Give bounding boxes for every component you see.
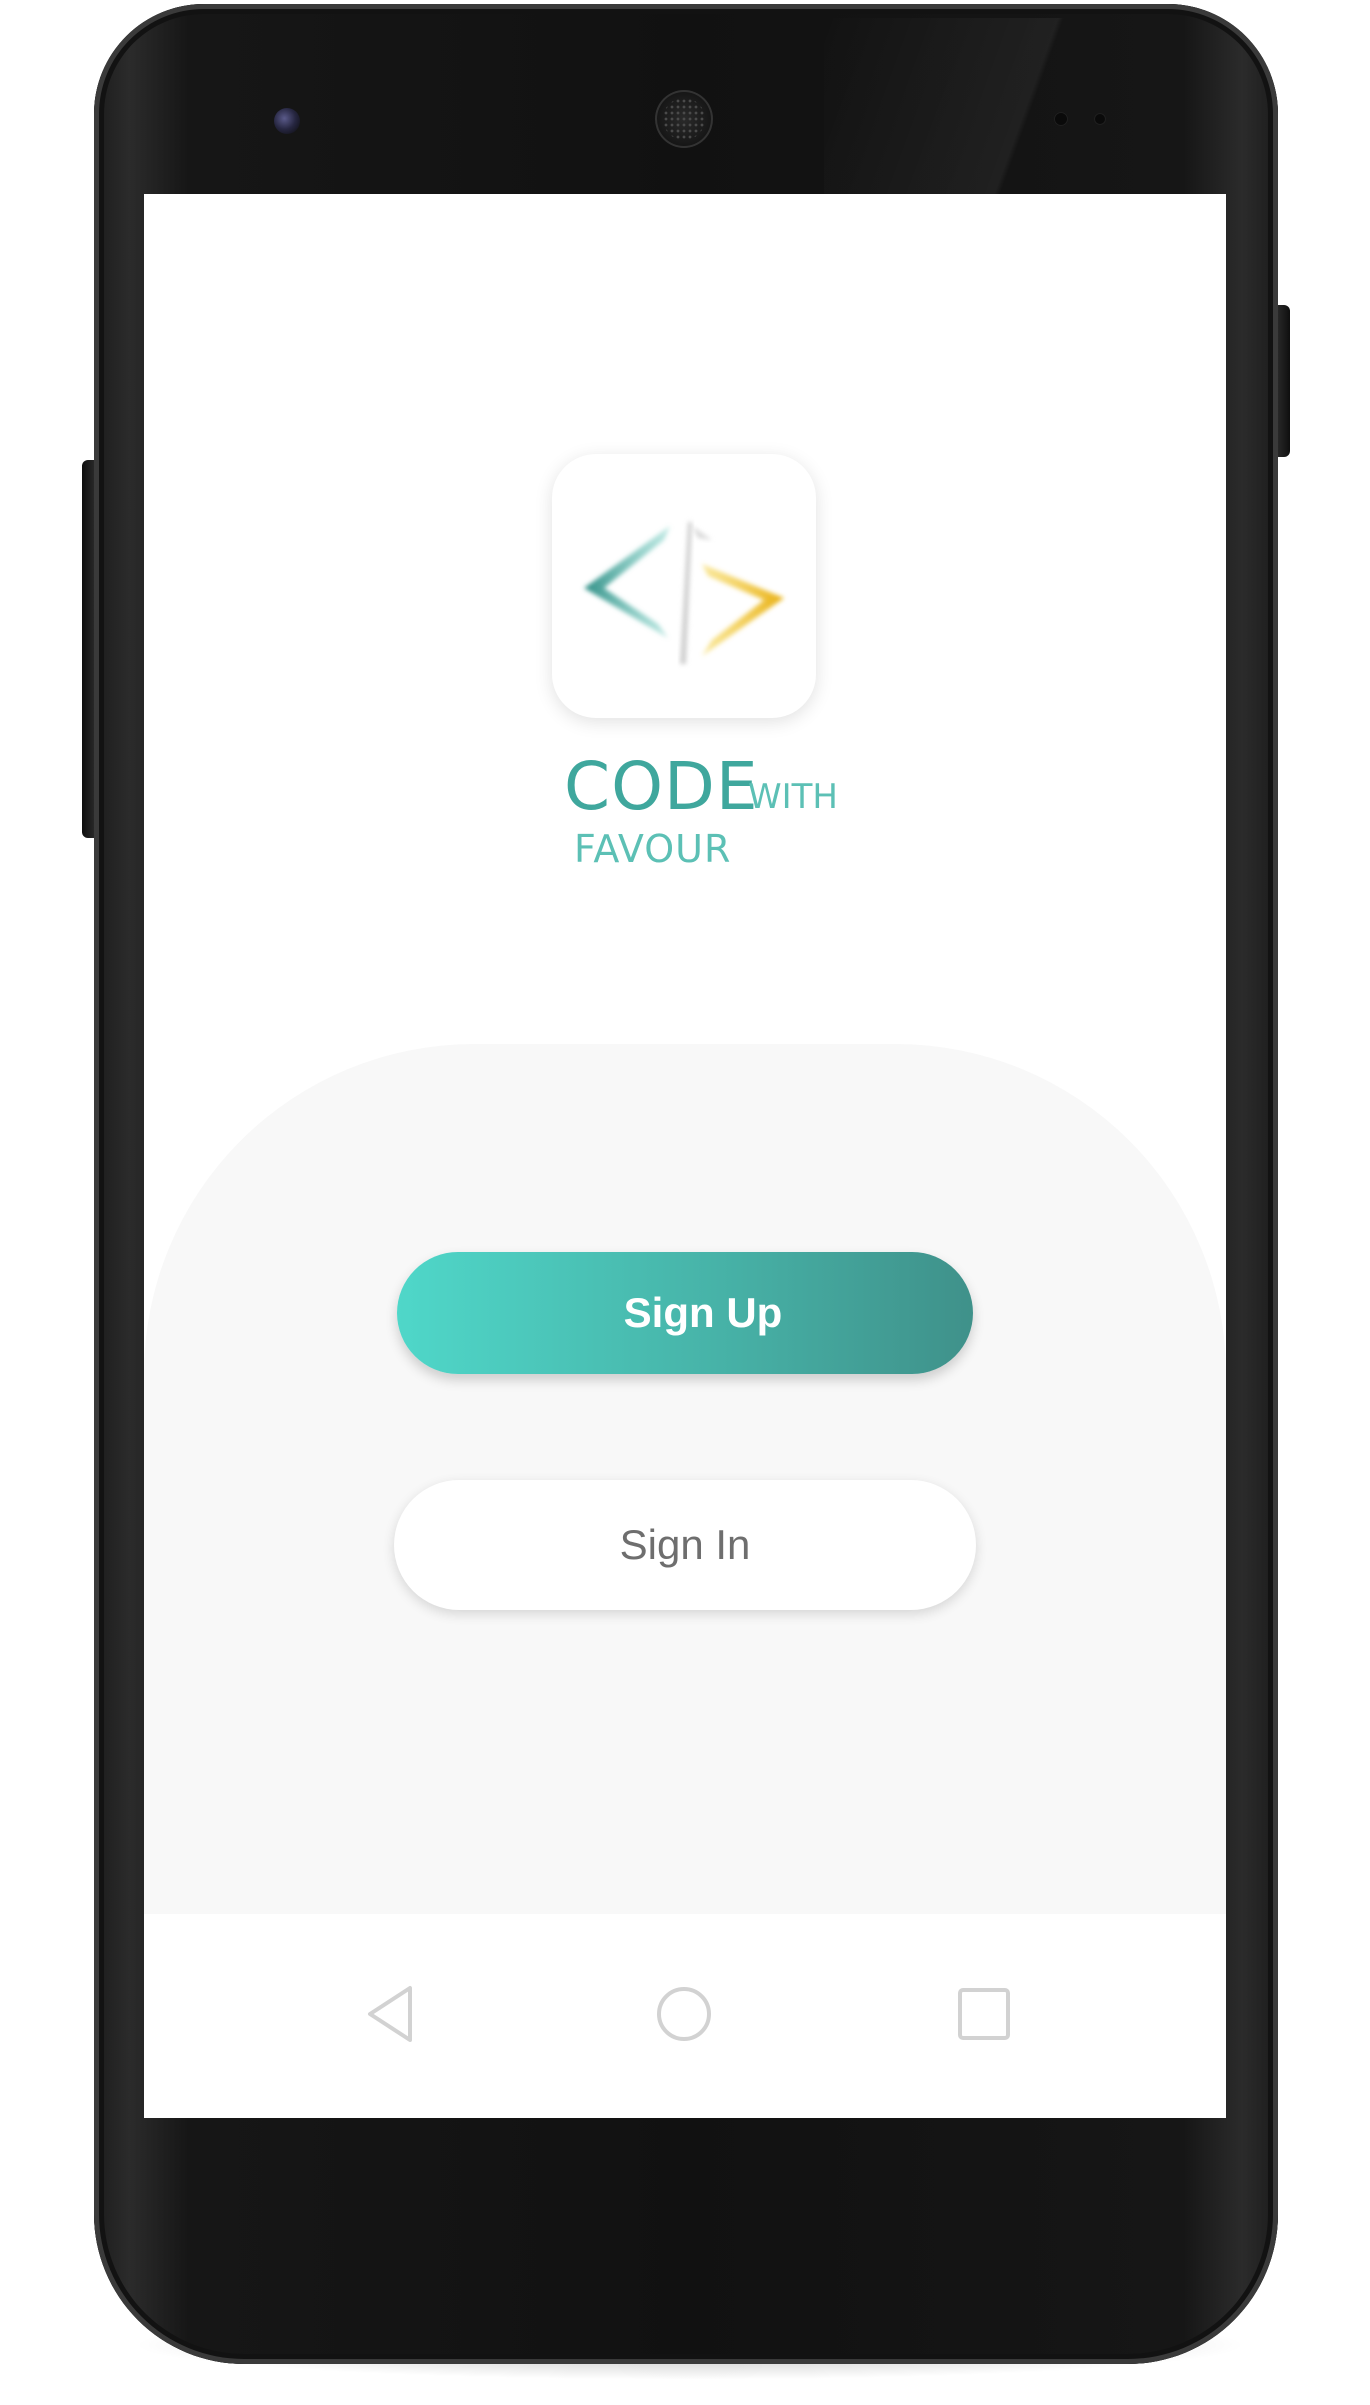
home-circle-icon[interactable]: [644, 1974, 724, 2054]
recents-square-icon[interactable]: [944, 1974, 1024, 2054]
earpiece-speaker: [655, 90, 713, 148]
light-sensor: [1094, 113, 1106, 125]
stage: CODE WITH FAVOUR Sign Up Sign In: [0, 0, 1370, 2405]
brand-wordmark: CODE WITH FAVOUR: [564, 754, 884, 884]
hero-background: [144, 1044, 1226, 1914]
brand-code-text: CODE: [564, 748, 759, 825]
app-screen: CODE WITH FAVOUR Sign Up Sign In: [144, 194, 1226, 2118]
system-navigation-bar: [144, 1914, 1226, 2118]
sign-in-button[interactable]: Sign In: [394, 1480, 976, 1610]
brand-with-text: WITH: [748, 777, 838, 817]
brand-favour-text: FAVOUR: [574, 827, 732, 871]
sign-up-button[interactable]: Sign Up: [397, 1252, 973, 1374]
back-triangle-icon[interactable]: [352, 1974, 432, 2054]
code-brackets-logo-icon: [584, 522, 784, 664]
power-button: [1276, 305, 1290, 457]
front-camera: [274, 108, 300, 134]
proximity-sensor: [1054, 112, 1068, 126]
app-logo: [552, 454, 816, 718]
